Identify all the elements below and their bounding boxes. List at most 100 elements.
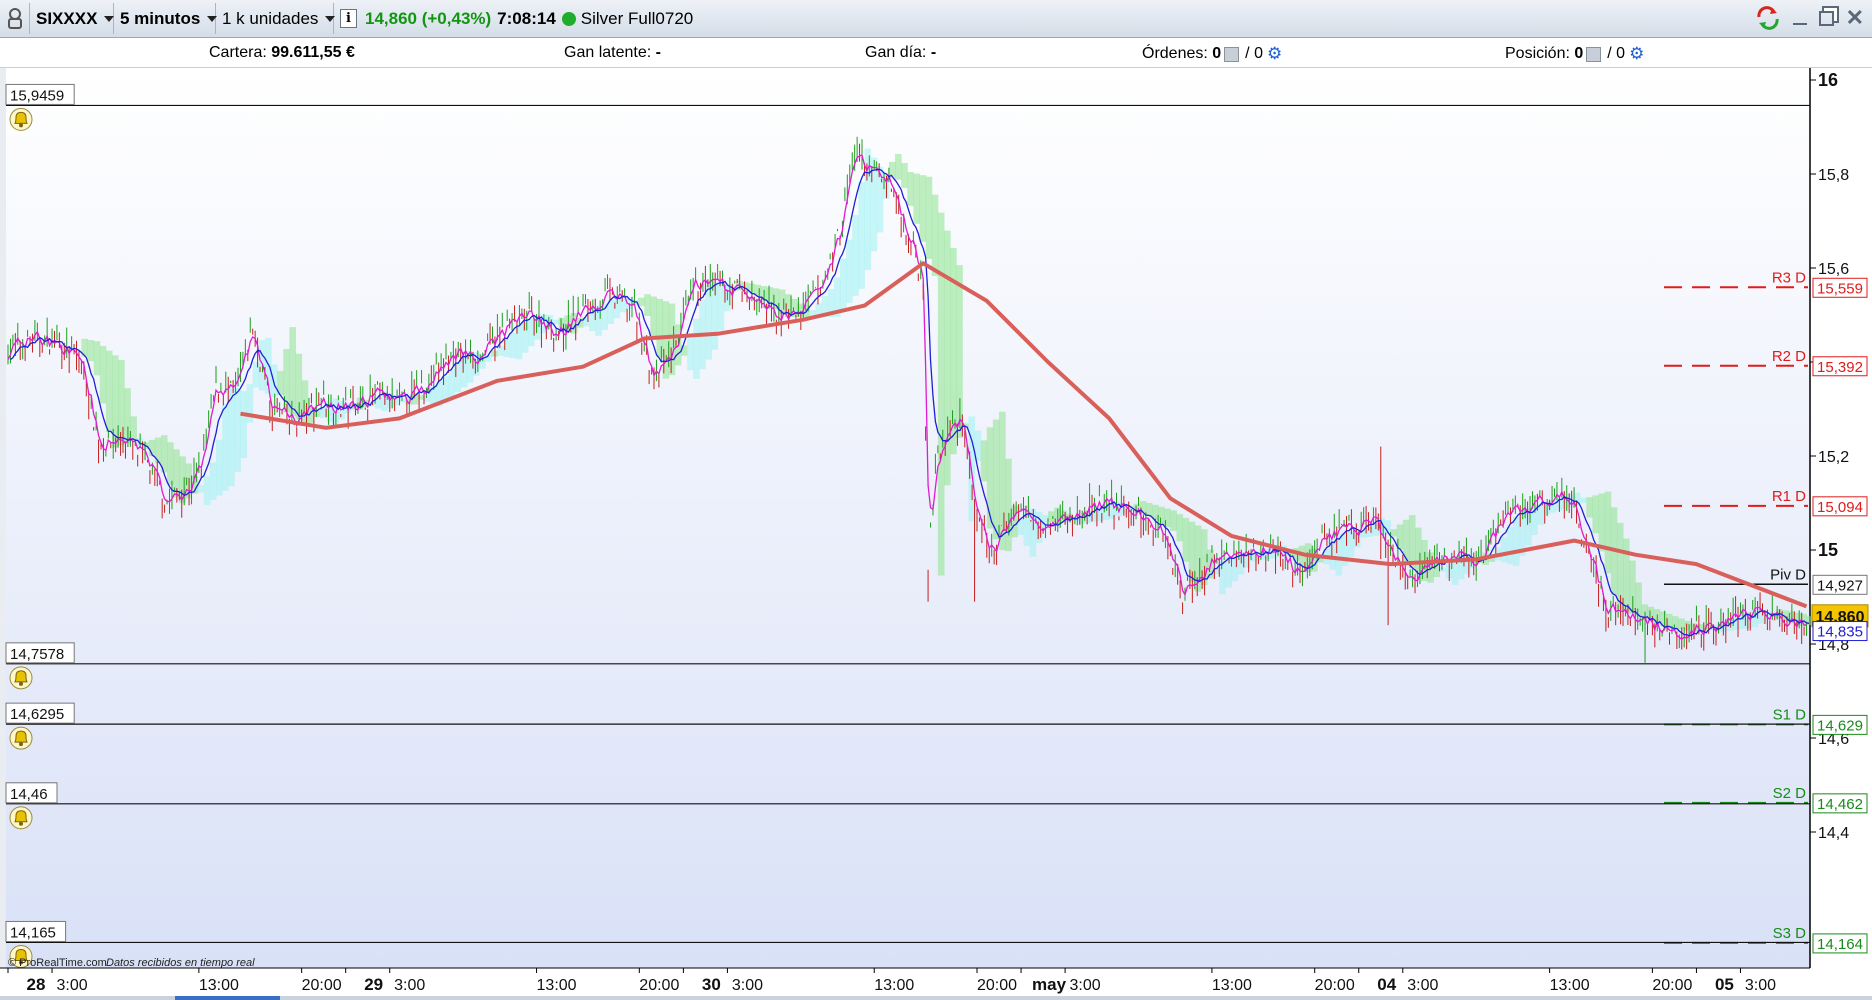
cloud-segment — [638, 297, 645, 307]
cloud-segment — [399, 398, 407, 403]
pivot-price-tag: 15,392 — [1812, 356, 1868, 377]
pivot-tag-value: 14,462 — [1817, 796, 1863, 813]
cloud-segment — [595, 306, 602, 336]
cloud-segment — [1415, 527, 1422, 575]
symbol-selector[interactable]: SIXXXX — [30, 3, 115, 34]
x-tick-label: 13:00 — [874, 977, 914, 994]
price-chart[interactable]: 1615,815,615,415,21514,814,614,4 R3 D15,… — [0, 68, 1872, 1000]
x-tick-label: 3:00 — [1070, 977, 1101, 994]
cloud-segment — [668, 303, 676, 376]
bell-clapper — [19, 742, 23, 747]
units-label: 1 k unidades — [222, 8, 319, 28]
cloud-segment — [876, 166, 884, 233]
cloud-segment — [209, 462, 217, 501]
cloud-segment — [1219, 561, 1226, 595]
cloud-segment — [167, 442, 174, 485]
bell-icon[interactable] — [9, 726, 33, 750]
bell-icon[interactable] — [9, 806, 33, 830]
cloud-segment — [197, 485, 205, 493]
cloud-segment — [1005, 458, 1012, 552]
scrollbar-thumb[interactable] — [175, 996, 280, 1000]
posicion-list-icon[interactable] — [1586, 46, 1602, 62]
ordenes-list-icon[interactable] — [1224, 46, 1240, 62]
timeframe-selector[interactable]: 5 minutos — [114, 3, 218, 34]
footer-brand: © ProRealTime.com — [8, 957, 107, 969]
ordenes-field: Órdenes: 0 / 0 ⚙ — [1142, 44, 1282, 64]
cloud-segment — [1408, 515, 1416, 568]
x-axis-area — [0, 968, 1872, 1000]
x-tick-label: 3:00 — [56, 977, 87, 994]
pivot-tag-value: 14,164 — [1817, 936, 1863, 953]
scrollbar[interactable] — [0, 996, 1872, 1000]
cloud-segment — [240, 391, 248, 458]
x-tick-label: 04 — [1377, 975, 1396, 994]
cloud-segment — [1635, 582, 1642, 617]
cloud-segment — [234, 387, 241, 473]
alert-label-text: 14,6295 — [10, 706, 64, 723]
cloud-segment — [919, 175, 927, 242]
info-icon[interactable]: i — [340, 9, 357, 28]
refresh-icon[interactable] — [1755, 6, 1781, 30]
posicion-settings-gear-icon[interactable]: ⚙ — [1629, 44, 1644, 64]
minimize-icon[interactable] — [1792, 23, 1807, 25]
indicator-price-value: 14,835 — [1817, 624, 1863, 641]
y-tick-label: 15,2 — [1818, 449, 1849, 466]
ordenes-total: / 0 — [1245, 45, 1263, 62]
cloud-segment — [1096, 508, 1104, 521]
alert-label-text: 14,165 — [10, 924, 56, 941]
cloud-segment — [1580, 497, 1587, 504]
x-tick-label: 29 — [364, 975, 383, 994]
grip-icon[interactable] — [2, 3, 30, 34]
pivot-tag-value: 14,629 — [1817, 717, 1863, 734]
cloud-segment — [1525, 507, 1532, 546]
bell-icon[interactable] — [9, 107, 33, 131]
x-tick-label: 3:00 — [1407, 977, 1438, 994]
cloud-segment — [509, 332, 517, 359]
cloud-segment — [846, 239, 853, 303]
cloud-segment — [925, 176, 933, 259]
cloud-segment — [87, 340, 95, 362]
cloud-segment — [895, 153, 902, 180]
ordenes-settings-gear-icon[interactable]: ⚙ — [1267, 44, 1282, 64]
cloud-segment — [937, 212, 945, 576]
alert-price-label: 14,46 — [5, 782, 58, 804]
cloud-segment — [1011, 505, 1018, 538]
cloud-segment — [1684, 620, 1691, 631]
cloud-segment — [271, 364, 278, 397]
ordenes-value: 0 — [1212, 45, 1222, 62]
cloud-segment — [1176, 514, 1184, 542]
cloud-segment — [154, 437, 162, 464]
x-tick-label: 13:00 — [537, 977, 577, 994]
restore-icon[interactable] — [1818, 10, 1834, 26]
cloud-segment — [1500, 537, 1508, 563]
pivot-label: R2 D — [1772, 348, 1806, 365]
timeframe-label: 5 minutos — [120, 8, 201, 28]
close-icon[interactable]: ✕ — [1846, 7, 1864, 29]
alert-price-label: 14,7578 — [5, 642, 75, 664]
cloud-segment — [1231, 556, 1239, 582]
x-tick-label: 20:00 — [1652, 977, 1692, 994]
cloud-segment — [907, 172, 914, 206]
window-controls: ✕ — [1755, 6, 1864, 30]
bell-icon[interactable] — [9, 666, 33, 690]
cloud-segment — [1182, 517, 1190, 562]
cloud-segment — [687, 338, 694, 371]
cloud-segment — [105, 350, 113, 432]
cloud-segment — [1506, 526, 1514, 565]
pivot-tag-value: 15,392 — [1817, 359, 1863, 376]
pivot-tag-value: 15,094 — [1817, 499, 1863, 516]
cloud-segment — [215, 439, 223, 496]
x-tick-label: 13:00 — [1550, 977, 1590, 994]
cloud-segment — [852, 215, 859, 296]
chart-toolbar: SIXXXX 5 minutos 1 k unidades i 14,860 (… — [0, 0, 1872, 38]
pivot-label: R3 D — [1772, 269, 1806, 286]
cloud-segment — [1390, 529, 1398, 537]
x-tick-label: may — [1032, 975, 1067, 994]
cloud-segment — [1592, 495, 1600, 534]
y-tick-label: 15,8 — [1818, 167, 1849, 184]
units-selector[interactable]: 1 k unidades — [216, 3, 336, 34]
cloud-segment — [986, 427, 994, 529]
pivot-label: S2 D — [1773, 785, 1807, 802]
x-tick-label: 20:00 — [639, 977, 679, 994]
x-tick-label: 28 — [27, 975, 46, 994]
